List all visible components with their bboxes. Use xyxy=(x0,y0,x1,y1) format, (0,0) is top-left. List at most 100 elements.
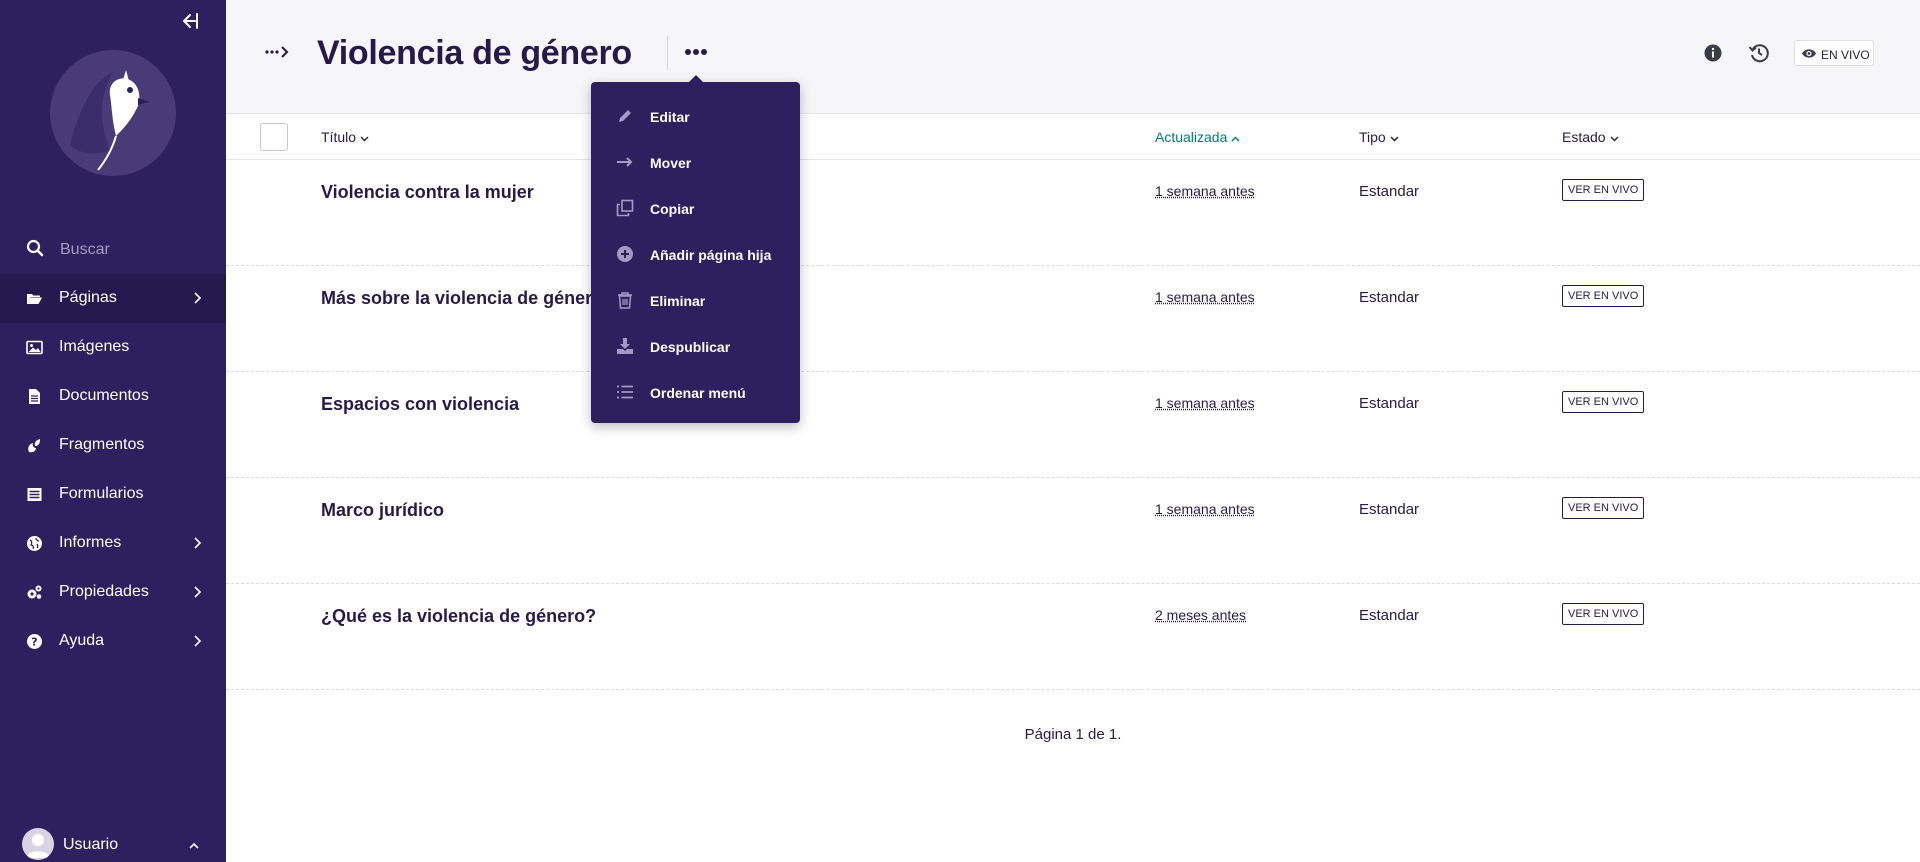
select-all-checkbox[interactable] xyxy=(260,123,288,151)
row-status-badge[interactable]: VER EN VIVO xyxy=(1562,179,1645,201)
row-updated: 1 semana antes xyxy=(1155,183,1255,199)
user-name: Usuario xyxy=(63,836,119,853)
chevron-up-icon xyxy=(188,838,200,849)
row-title-link[interactable]: ¿Qué es la violencia de género? xyxy=(321,606,596,627)
row-title-link[interactable]: Marco jurídico xyxy=(321,500,444,521)
dropdown-item-editar[interactable]: Editar xyxy=(591,95,800,135)
user-menu[interactable]: Usuario xyxy=(0,826,226,862)
column-updated-header[interactable]: Actualizada xyxy=(1155,129,1240,145)
sidebar-item-documentos[interactable]: Documentos xyxy=(0,372,226,421)
dropdown-item-label: Despublicar xyxy=(650,339,731,355)
sidebar-item-propiedades[interactable]: Propiedades xyxy=(0,568,226,617)
dropdown-caret xyxy=(688,75,704,83)
row-title-link[interactable]: Espacios con violencia xyxy=(321,394,519,415)
sidebar-item-label: Propiedades xyxy=(59,583,149,600)
column-title-header[interactable]: Título xyxy=(321,129,369,145)
row-status-badge[interactable]: VER EN VIVO xyxy=(1562,603,1645,625)
wagtail-logo[interactable] xyxy=(50,50,176,176)
search-input[interactable] xyxy=(60,237,210,263)
sidebar-menu: Páginas Imágenes Documentos Fragmentos F… xyxy=(0,274,226,666)
cogs-icon xyxy=(26,584,43,601)
row-type: Estandar xyxy=(1359,289,1420,306)
chevron-down-icon xyxy=(360,129,369,142)
form-icon xyxy=(26,486,43,503)
title-divider xyxy=(667,36,668,70)
row-type: Estandar xyxy=(1359,395,1420,412)
sidebar-item-fragmentos[interactable]: Fragmentos xyxy=(0,421,226,470)
sidebar-item-label: Formularios xyxy=(59,485,144,502)
sidebar-item-label: Informes xyxy=(59,534,122,551)
sidebar: Páginas Imágenes Documentos xyxy=(0,0,226,862)
row-status-badge[interactable]: VER EN VIVO xyxy=(1562,391,1645,413)
table-row: Violencia contra la mujer 1 semana antes… xyxy=(226,160,1920,266)
folder-open-icon xyxy=(26,290,43,307)
collapse-sidebar-icon[interactable] xyxy=(178,10,200,32)
sidebar-item-informes[interactable]: Informes xyxy=(0,519,226,568)
row-type: Estandar xyxy=(1359,607,1420,624)
chevron-right-icon xyxy=(192,585,202,599)
column-updated-label: Actualizada xyxy=(1155,129,1228,145)
chevron-right-icon xyxy=(192,291,202,305)
row-updated: 1 semana antes xyxy=(1155,501,1255,517)
more-actions-button[interactable] xyxy=(682,38,710,66)
live-status-button[interactable]: EN VIVO xyxy=(1794,40,1874,66)
download-icon xyxy=(616,337,634,355)
svg-text:?: ? xyxy=(31,636,37,649)
dropdown-item-label: Mover xyxy=(650,155,692,171)
column-type-label: Tipo xyxy=(1359,129,1386,145)
info-icon[interactable] xyxy=(1702,42,1724,64)
row-type: Estandar xyxy=(1359,501,1420,518)
plus-circle-icon xyxy=(616,245,634,263)
eye-icon xyxy=(1801,47,1817,60)
table-header: Título Actualizada Tipo Estado xyxy=(226,115,1920,160)
arrow-right-icon xyxy=(616,153,634,171)
row-updated: 1 semana antes xyxy=(1155,395,1255,411)
dropdown-item-mover[interactable]: Mover xyxy=(591,141,800,181)
sidebar-item-paginas[interactable]: Páginas xyxy=(0,274,226,323)
sidebar-item-label: Páginas xyxy=(59,289,117,306)
sidebar-item-label: Documentos xyxy=(59,387,149,404)
page-header: Violencia de género EN VIVO xyxy=(226,0,1920,114)
dropdown-item-label: Ordenar menú xyxy=(650,385,746,401)
copy-icon xyxy=(616,199,634,217)
sidebar-item-imagenes[interactable]: Imágenes xyxy=(0,323,226,372)
column-type-header[interactable]: Tipo xyxy=(1359,129,1399,145)
dropdown-item-copiar[interactable]: Copiar xyxy=(591,187,800,227)
pagination-info: Página 1 de 1. xyxy=(226,726,1920,743)
page-title: Violencia de género xyxy=(317,34,632,72)
column-title-label: Título xyxy=(321,129,357,145)
dropdown-item-anadir-pagina-hija[interactable]: Añadir página hija xyxy=(591,233,800,273)
help-icon: ? xyxy=(26,633,43,650)
dropdown-item-eliminar[interactable]: Eliminar xyxy=(591,279,800,319)
row-status-badge[interactable]: VER EN VIVO xyxy=(1562,497,1645,519)
chevron-up-icon xyxy=(1231,129,1240,142)
sidebar-item-ayuda[interactable]: ? Ayuda xyxy=(0,617,226,666)
column-status-header[interactable]: Estado xyxy=(1562,129,1619,145)
dropdown-item-ordenar-menu[interactable]: Ordenar menú xyxy=(591,371,800,411)
history-icon[interactable] xyxy=(1748,42,1770,64)
sidebar-search xyxy=(0,235,226,267)
dropdown-item-label: Eliminar xyxy=(650,293,706,309)
row-status-badge[interactable]: VER EN VIVO xyxy=(1562,285,1645,307)
chevron-right-icon xyxy=(192,634,202,648)
sidebar-item-label: Ayuda xyxy=(59,632,105,649)
row-title-link[interactable]: Violencia contra la mujer xyxy=(321,182,534,203)
sidebar-item-label: Fragmentos xyxy=(59,436,145,453)
table-row: Más sobre la violencia de género 1 seman… xyxy=(226,266,1920,372)
row-updated: 1 semana antes xyxy=(1155,289,1255,305)
dropdown-item-despublicar[interactable]: Despublicar xyxy=(591,325,800,365)
chevron-down-icon xyxy=(1390,129,1399,142)
sidebar-item-formularios[interactable]: Formularios xyxy=(0,470,226,519)
search-icon[interactable] xyxy=(26,239,44,257)
list-icon xyxy=(616,383,634,401)
dropdown-item-label: Editar xyxy=(650,109,690,125)
snippet-icon xyxy=(26,437,43,454)
row-title-link[interactable]: Más sobre la violencia de género xyxy=(321,288,603,309)
chevron-right-icon xyxy=(192,536,202,550)
trash-icon xyxy=(616,291,634,309)
live-status-label: EN VIVO xyxy=(1821,48,1870,62)
globe-icon xyxy=(26,535,43,552)
breadcrumb-toggle[interactable] xyxy=(264,44,290,60)
table-row: Espacios con violencia 1 semana antes Es… xyxy=(226,372,1920,478)
table-row: Marco jurídico 1 semana antes Estandar V… xyxy=(226,478,1920,584)
